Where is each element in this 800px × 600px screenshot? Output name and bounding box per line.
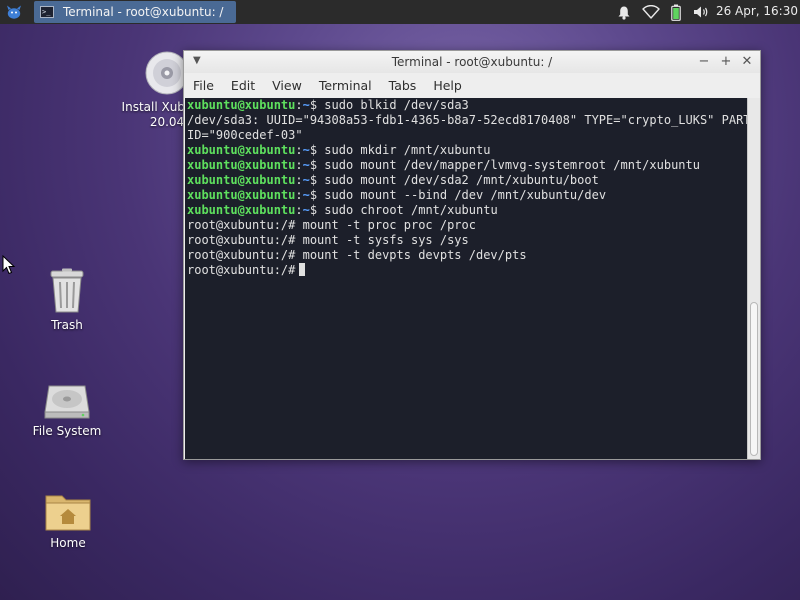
terminal-line: xubuntu@xubuntu:~$ sudo mount /dev/mappe… [185, 158, 747, 173]
prompt-separator: : [295, 98, 303, 112]
terminal-scrollbar[interactable] [747, 98, 760, 459]
prompt-separator: : [295, 143, 303, 157]
desktop-icon-trash[interactable]: Trash [12, 268, 122, 333]
terminal-cursor [299, 263, 306, 276]
close-button[interactable]: ✕ [739, 54, 755, 70]
window-titlebar[interactable]: ▼ Terminal - root@xubuntu: / − + ✕ [184, 51, 760, 73]
volume-icon[interactable] [691, 3, 711, 21]
top-panel: >_ Terminal - root@xubuntu: / 26 Apr, 16… [0, 0, 800, 24]
hard-drive-icon [44, 385, 90, 419]
menu-view[interactable]: View [263, 78, 310, 93]
prompt-path: ~ [302, 203, 310, 217]
desktop-icon-home[interactable]: Home [13, 490, 123, 551]
maximize-button[interactable]: + [718, 54, 734, 70]
window-title: Terminal - root@xubuntu: / [391, 55, 553, 69]
output-text: /dev/sda3: UUID="94308a53-fdb1-4365-b8a7… [187, 113, 747, 127]
terminal-line: xubuntu@xubuntu:~$ sudo mount /dev/sda2 … [185, 173, 747, 188]
terminal-window: ▼ Terminal - root@xubuntu: / − + ✕ File … [183, 50, 761, 460]
home-folder-icon [45, 495, 91, 531]
terminal-line: xubuntu@xubuntu:~$ sudo blkid /dev/sda3 [185, 98, 747, 113]
menu-edit[interactable]: Edit [222, 78, 263, 93]
command-text: $ sudo blkid /dev/sda3 [309, 98, 469, 112]
prompt-user: xubuntu@xubuntu [187, 143, 296, 157]
prompt-user: xubuntu@xubuntu [187, 188, 296, 202]
menu-tabs[interactable]: Tabs [380, 78, 425, 93]
prompt-path: ~ [302, 188, 310, 202]
output-text: root@xubuntu:/# mount -t sysfs sys /sys [187, 233, 469, 247]
terminal-output[interactable]: xubuntu@xubuntu:~$ sudo blkid /dev/sda3/… [185, 98, 747, 459]
desktop-icon-file-system[interactable]: File System [12, 382, 122, 439]
terminal-line: root@xubuntu:/# [185, 263, 747, 278]
terminal-line: root@xubuntu:/# mount -t sysfs sys /sys [185, 233, 747, 248]
prompt-separator: : [295, 203, 303, 217]
output-text: root@xubuntu:/# mount -t devpts devpts /… [187, 248, 527, 262]
prompt-path: ~ [302, 98, 310, 112]
prompt-user: xubuntu@xubuntu [187, 158, 296, 172]
desktop-icon-label: Trash [51, 318, 83, 332]
output-text: ID="900cedef-03" [187, 128, 303, 142]
whisker-menu-icon[interactable] [3, 2, 25, 22]
terminal-line: /dev/sda3: UUID="94308a53-fdb1-4365-b8a7… [185, 113, 747, 128]
battery-icon[interactable] [668, 3, 684, 21]
trash-icon [50, 268, 84, 313]
terminal-icon: >_ [40, 6, 54, 18]
prompt-path: ~ [302, 173, 310, 187]
minimize-button[interactable]: − [696, 54, 712, 70]
prompt-user: xubuntu@xubuntu [187, 98, 296, 112]
prompt-separator: : [295, 188, 303, 202]
terminal-line: root@xubuntu:/# mount -t devpts devpts /… [185, 248, 747, 263]
prompt-user: xubuntu@xubuntu [187, 203, 296, 217]
terminal-line: xubuntu@xubuntu:~$ sudo mkdir /mnt/xubun… [185, 143, 747, 158]
command-text: $ sudo mount --bind /dev /mnt/xubuntu/de… [309, 188, 607, 202]
taskbar-button-label: Terminal - root@xubuntu: / [63, 5, 224, 19]
scrollbar-thumb[interactable] [750, 302, 758, 456]
command-text: $ sudo chroot /mnt/xubuntu [309, 203, 498, 217]
window-menubar: File Edit View Terminal Tabs Help [184, 73, 760, 97]
prompt-separator: : [295, 158, 303, 172]
output-text: root@xubuntu:/# [187, 263, 296, 277]
prompt-path: ~ [302, 143, 310, 157]
notification-bell-icon[interactable] [615, 3, 633, 21]
menu-help[interactable]: Help [424, 78, 470, 93]
terminal-line: xubuntu@xubuntu:~$ sudo chroot /mnt/xubu… [185, 203, 747, 218]
prompt-path: ~ [302, 158, 310, 172]
terminal-line: ID="900cedef-03" [185, 128, 747, 143]
prompt-separator: : [295, 173, 303, 187]
command-text: $ sudo mount /dev/mapper/lvmvg-systemroo… [309, 158, 700, 172]
taskbar-button-terminal[interactable]: >_ Terminal - root@xubuntu: / [34, 1, 236, 23]
command-text: $ sudo mount /dev/sda2 /mnt/xubuntu/boot [309, 173, 599, 187]
wifi-icon[interactable] [640, 3, 662, 21]
panel-clock[interactable]: 26 Apr, 16:30 [716, 4, 798, 18]
output-text: root@xubuntu:/# mount -t proc proc /proc [187, 218, 476, 232]
terminal-line: xubuntu@xubuntu:~$ sudo mount --bind /de… [185, 188, 747, 203]
terminal-line: root@xubuntu:/# mount -t proc proc /proc [185, 218, 747, 233]
menu-terminal[interactable]: Terminal [310, 78, 380, 93]
desktop-icon-label: Home [50, 536, 86, 550]
prompt-user: xubuntu@xubuntu [187, 173, 296, 187]
desktop-icon-label: File System [32, 424, 102, 438]
menu-file[interactable]: File [184, 78, 222, 93]
command-text: $ sudo mkdir /mnt/xubuntu [309, 143, 491, 157]
mouse-pointer-icon [2, 255, 16, 275]
